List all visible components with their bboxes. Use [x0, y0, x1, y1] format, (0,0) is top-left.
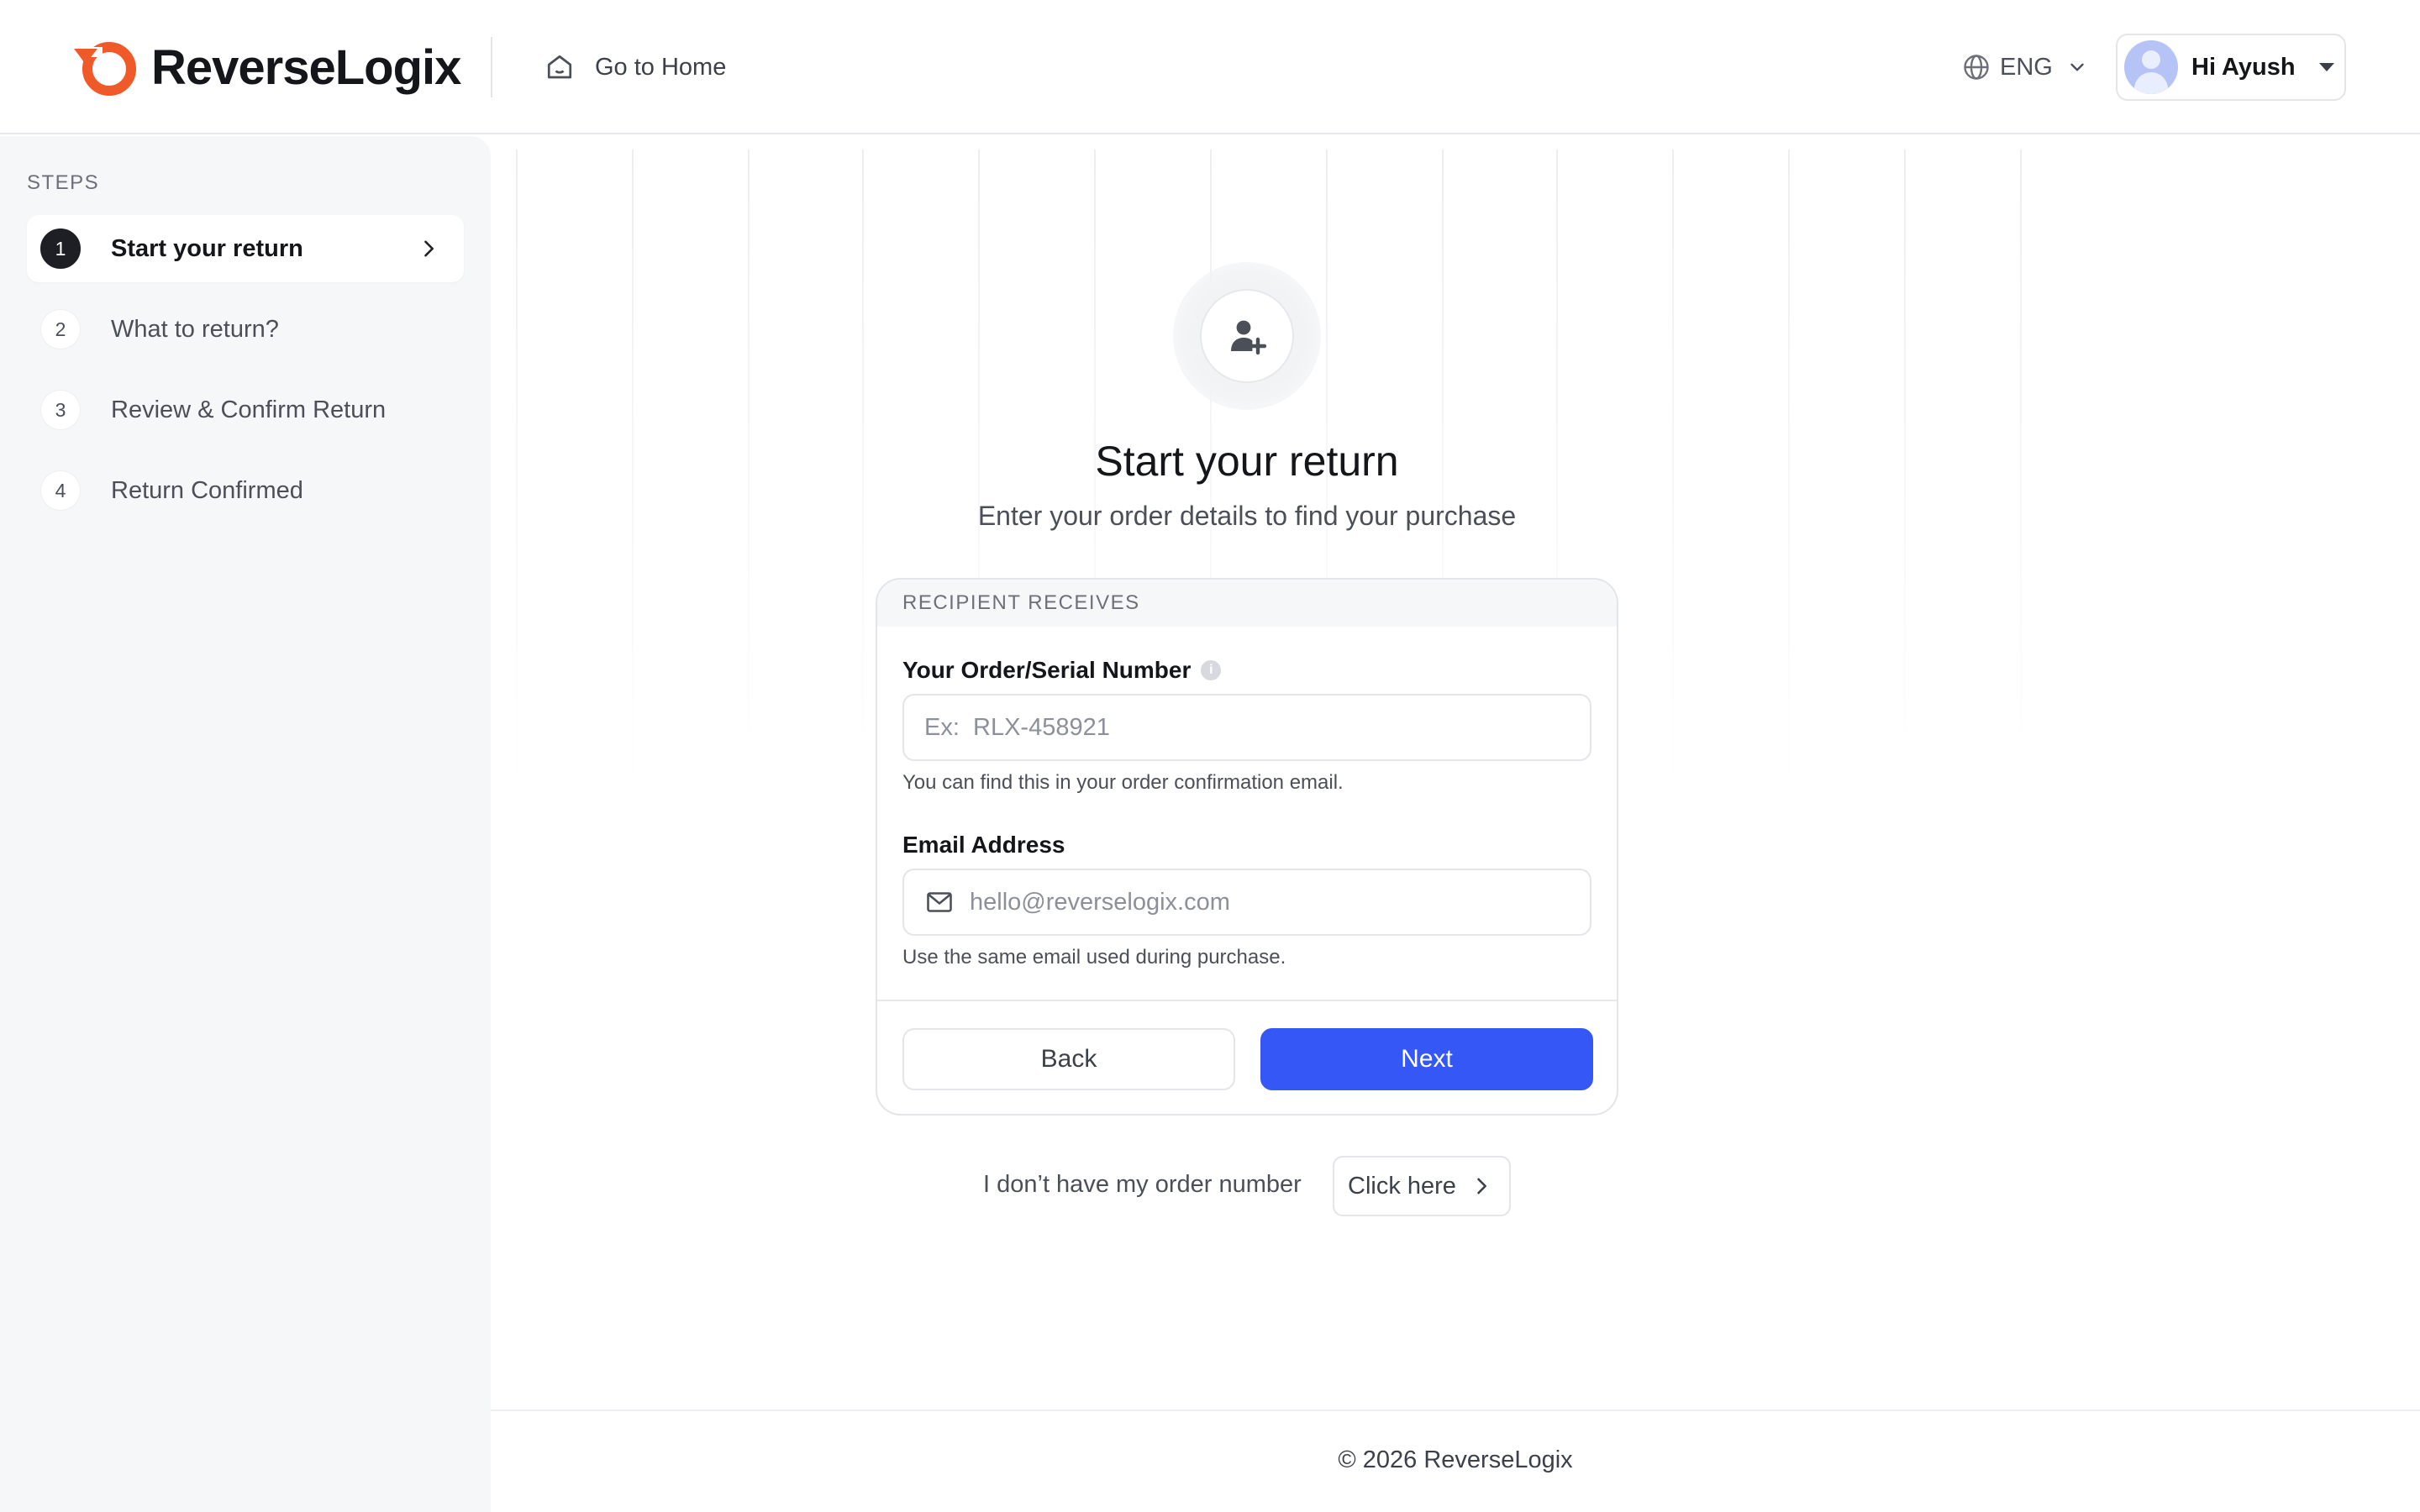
page-title: Start your return	[1095, 438, 1399, 485]
add-user-icon	[1231, 320, 1267, 355]
email-field[interactable]	[902, 869, 1591, 936]
email-label-text: Email Address	[902, 832, 1065, 858]
step-number: 1	[40, 228, 81, 269]
reverselogix-logo-icon	[74, 42, 136, 96]
order-number-label-text: Your Order/Serial Number	[902, 657, 1192, 683]
steps-title: STEPS	[27, 171, 100, 194]
email-label: Email Address	[902, 832, 1065, 858]
steps-sidebar: STEPS 1 Start your return 2 What to retu…	[0, 136, 491, 1512]
copyright-text: © 2026 ReverseLogix	[1338, 1446, 1573, 1473]
card-divider	[877, 1000, 1617, 1001]
go-to-home-label: Go to Home	[595, 53, 727, 81]
next-button[interactable]: Next	[1260, 1028, 1593, 1090]
click-here-label: Click here	[1348, 1172, 1456, 1200]
step-label: Review & Confirm Return	[111, 396, 387, 423]
user-greeting: Hi Ayush	[2191, 53, 2296, 81]
header-divider	[491, 37, 492, 97]
step-start-your-return[interactable]: 1 Start your return	[27, 215, 464, 282]
language-selector[interactable]: ENG	[1961, 44, 2088, 91]
step-label: What to return?	[111, 315, 279, 343]
page-footer: © 2026 ReverseLogix	[491, 1410, 2420, 1512]
page-subtitle: Enter your order details to find your pu…	[977, 501, 1517, 531]
step-label: Start your return	[111, 234, 303, 262]
info-icon[interactable]: i	[1201, 660, 1222, 680]
brand-name: ReverseLogix	[151, 39, 461, 95]
step-number: 2	[40, 309, 81, 349]
home-icon	[547, 55, 572, 79]
step-what-to-return[interactable]: 2 What to return?	[27, 296, 464, 363]
order-lookup-card: RECIPIENT RECEIVES Your Order/Serial Num…	[876, 578, 1618, 1116]
go-to-home-link[interactable]: Go to Home	[544, 42, 726, 92]
chevron-right-icon	[424, 240, 434, 257]
order-number-helper: You can find this in your order confirma…	[902, 771, 1344, 794]
step-review-confirm-return[interactable]: 3 Review & Confirm Return	[27, 376, 464, 444]
top-header: ReverseLogix Go to Home ENG Hi Ayush	[0, 0, 2420, 134]
chevron-down-icon	[2070, 63, 2084, 71]
chevron-right-icon	[1477, 1178, 1486, 1194]
language-label: ENG	[2000, 53, 2053, 81]
no-order-number-text: I don’t have my order number	[983, 1171, 1302, 1198]
order-number-label: Your Order/Serial Number i	[902, 657, 1222, 684]
step-number: 3	[40, 390, 81, 430]
step-label: Return Confirmed	[111, 476, 303, 504]
step-number: 4	[40, 470, 81, 511]
card-section-title: RECIPIENT RECEIVES	[902, 591, 1140, 614]
step-return-confirmed[interactable]: 4 Return Confirmed	[27, 457, 464, 524]
avatar	[2124, 40, 2178, 94]
globe-icon	[1964, 55, 1989, 80]
back-button[interactable]: Back	[902, 1028, 1235, 1090]
email-helper: Use the same email used during purchase.	[902, 946, 1286, 969]
brand-logo[interactable]: ReverseLogix	[72, 34, 461, 101]
order-number-input[interactable]	[902, 694, 1591, 761]
card-section-header: RECIPIENT RECEIVES	[877, 580, 1617, 627]
caret-down-icon	[2318, 63, 2334, 71]
user-menu-button[interactable]: Hi Ayush	[2116, 34, 2346, 101]
mail-icon	[927, 892, 952, 912]
click-here-button[interactable]: Click here	[1333, 1156, 1511, 1216]
hero-icon-badge	[1200, 289, 1294, 383]
